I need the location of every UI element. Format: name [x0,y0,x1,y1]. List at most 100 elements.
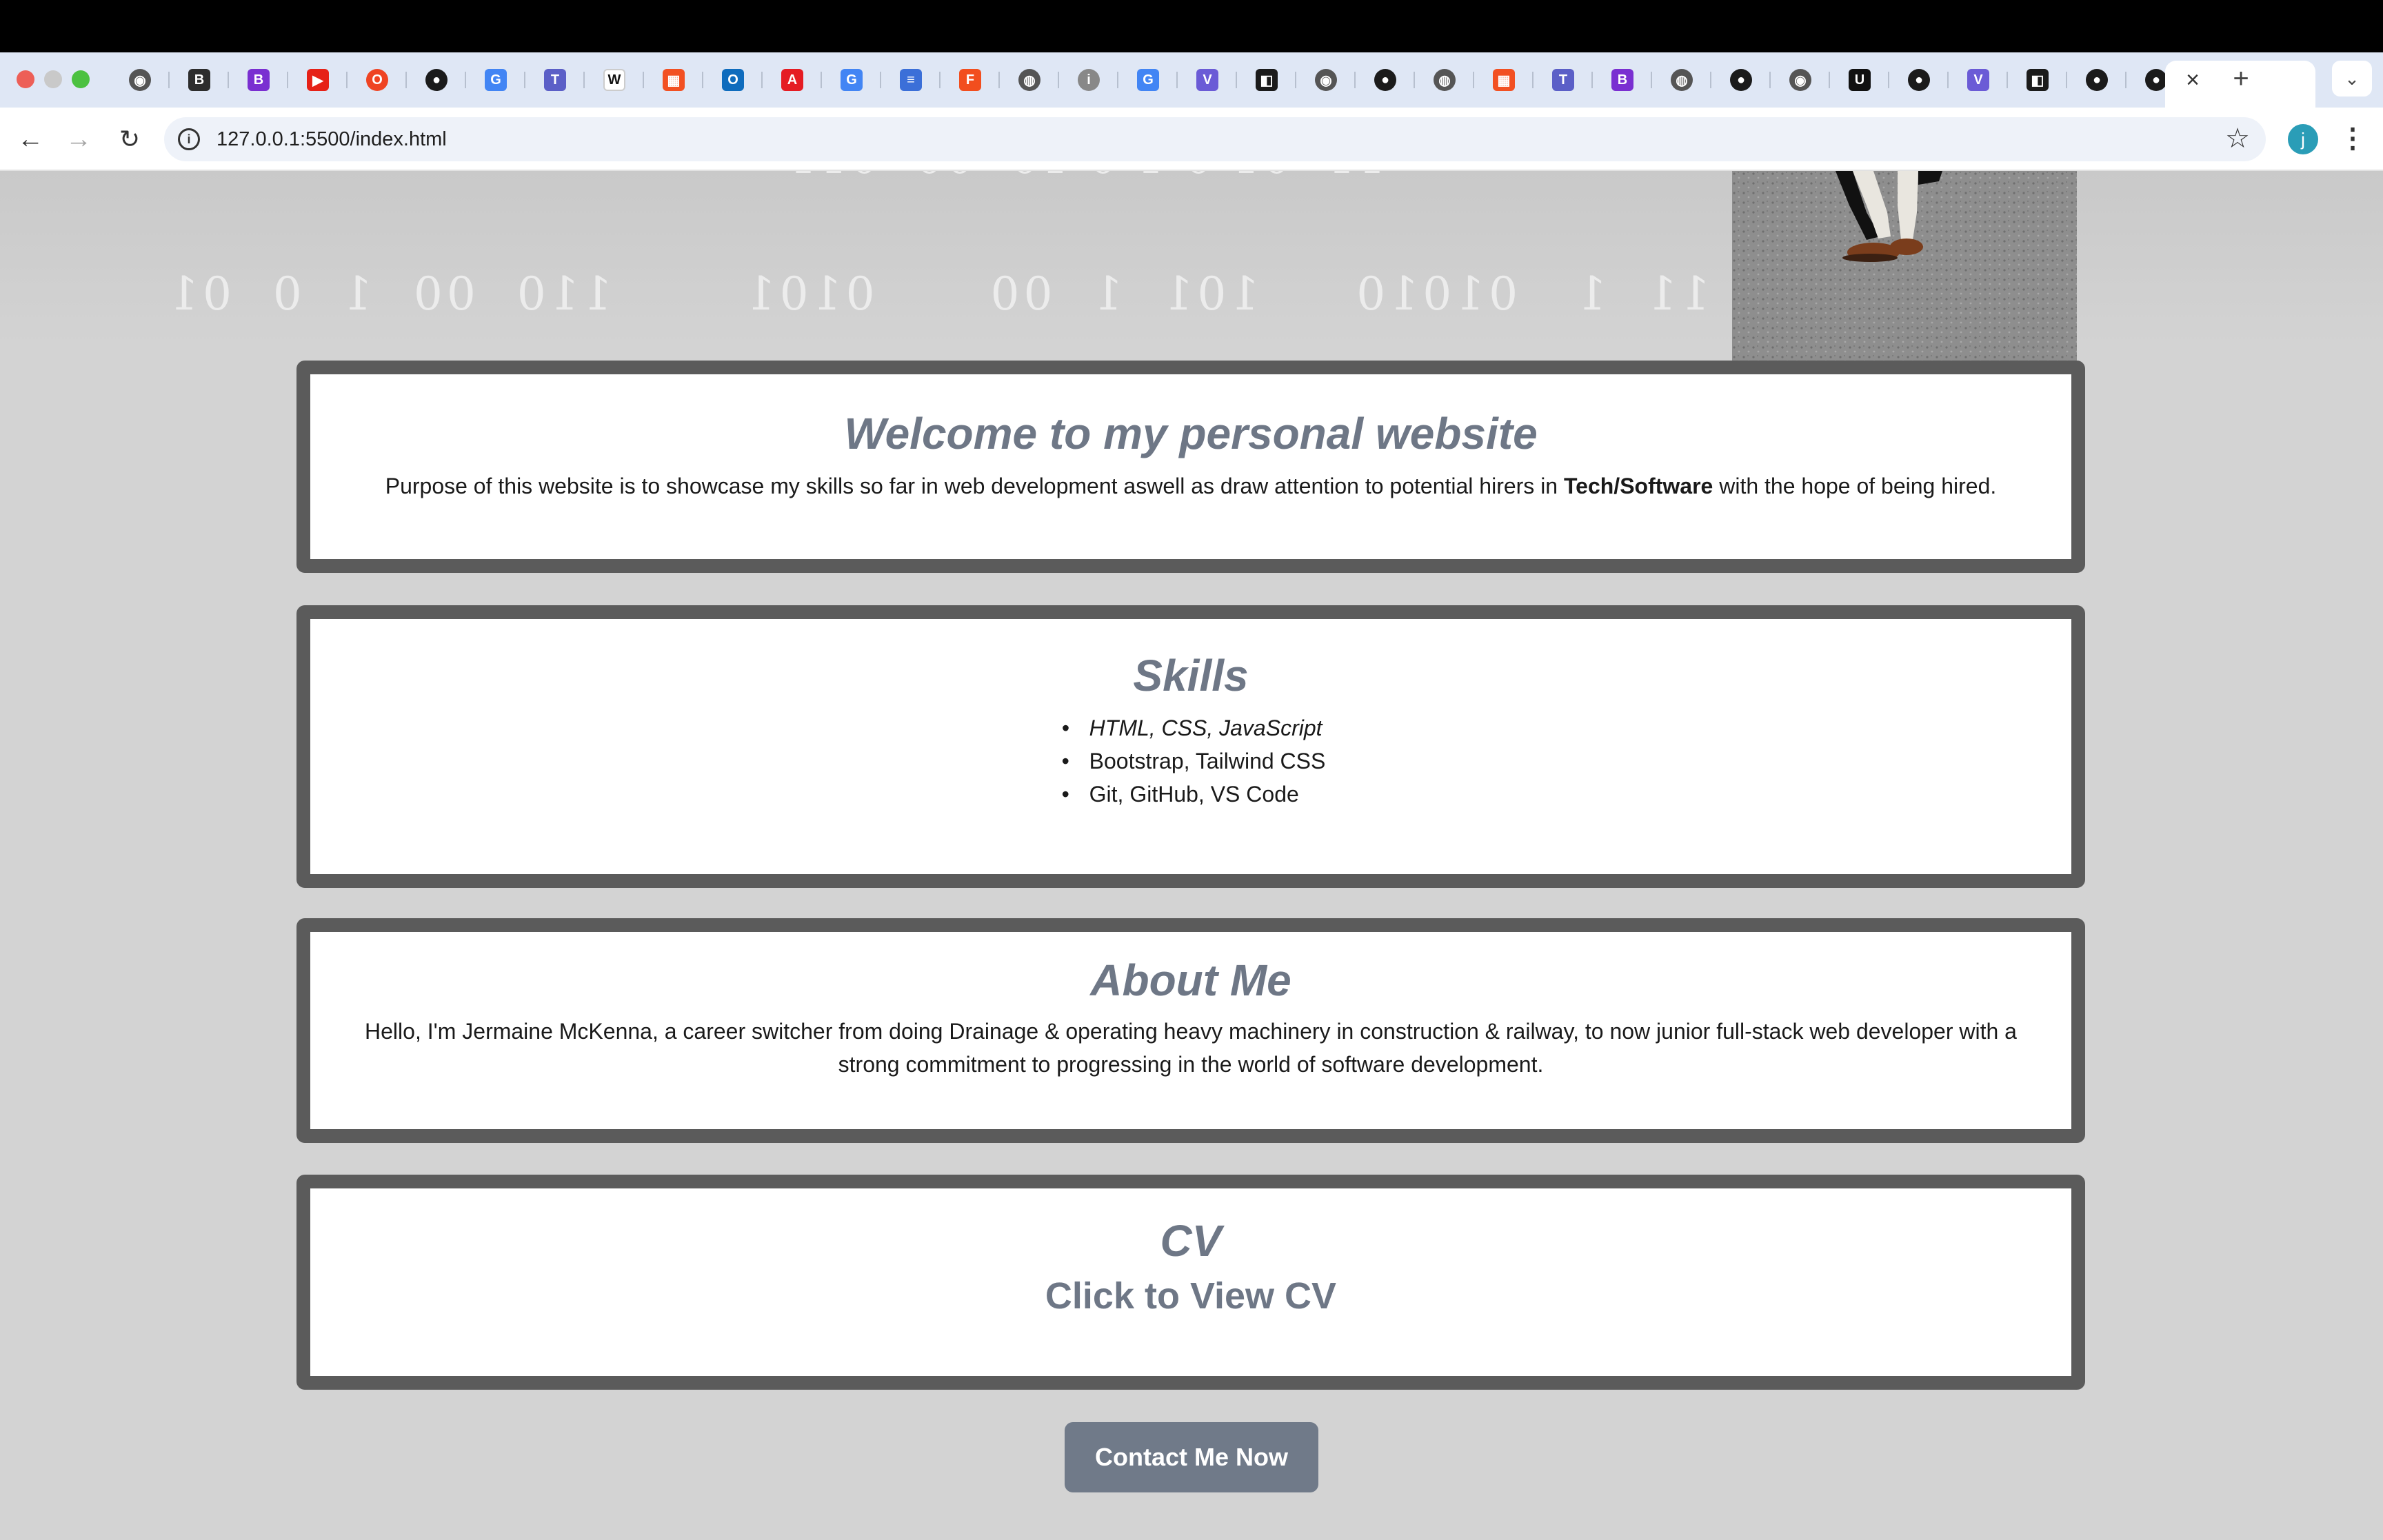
browser-tab[interactable]: ◍ [1415,65,1474,95]
browser-tab[interactable]: ◍ [1000,65,1059,95]
github-icon: ● [1908,69,1930,91]
more-menu-icon[interactable]: ⋮ [2339,121,2366,156]
globe-icon: ◍ [1671,69,1693,91]
browser-tab[interactable]: O [703,65,763,95]
figma-icon: F [959,69,981,91]
microsoft-icon: ▦ [1493,69,1515,91]
cv-section: CV Click to View CV [296,1175,2085,1390]
browser-tab[interactable]: i [1059,65,1118,95]
tab-search-button[interactable]: ⌄ [2332,61,2372,97]
info-icon: i [1078,69,1100,91]
browser-tab[interactable]: G [1118,65,1178,95]
browser-tab[interactable]: ◧ [1237,65,1296,95]
github-icon: ● [2145,69,2167,91]
maximize-window-button[interactable] [72,70,90,88]
browser-tab[interactable]: O [348,65,407,95]
welcome-title: Welcome to my personal website [844,409,1538,458]
browser-tab[interactable]: ● [1711,65,1771,95]
back-arrow-icon[interactable]: ← [14,123,47,156]
unsplash-icon: U [1849,69,1871,91]
globe-icon: ◍ [1434,69,1456,91]
browser-tab[interactable]: ● [1889,65,1949,95]
vite-icon: V [1196,69,1218,91]
browser-tab[interactable]: ● [407,65,466,95]
page-viewport: 11 01 0 1 0 10 00 011 11 1 01010 101 1 0… [0,171,2383,1540]
browser-tab[interactable]: B [1593,65,1652,95]
skills-title: Skills [1133,651,1249,700]
welcome-text-part: with the hope of being hired. [1713,474,1997,498]
browser-tab[interactable]: W [585,65,644,95]
browser-tab[interactable]: ≡ [881,65,941,95]
new-tab-button[interactable]: + [2226,63,2256,94]
binary-decoration: 11 01 0 1 0 10 00 011 [786,171,1385,183]
browser-tab[interactable]: ▦ [1474,65,1534,95]
contact-me-button[interactable]: Contact Me Now [1065,1422,1318,1492]
bootstrap-purple-icon: B [248,69,270,91]
close-window-button[interactable] [17,70,34,88]
teams-icon: T [544,69,566,91]
skills-list: HTML, CSS, JavaScript Bootstrap, Tailwin… [1056,711,1326,811]
skill-item: Bootstrap, Tailwind CSS [1056,744,1326,778]
profile-photo [1732,171,2077,372]
close-tab-icon[interactable]: × [2179,66,2206,94]
google-icon: G [1137,69,1159,91]
teams-icon: T [1552,69,1574,91]
welcome-text-part: Purpose of this website is to showcase m… [385,474,1564,498]
youtube-icon: ▶ [307,69,329,91]
bootstrap-purple-icon: B [1611,69,1633,91]
outlook-icon: O [722,69,744,91]
browser-tab[interactable]: G [822,65,881,95]
welcome-text-highlight: Tech/Software [1563,474,1713,498]
site-info-icon[interactable]: i [178,128,200,150]
acrobat-icon: A [781,69,803,91]
address-bar[interactable] [164,117,2266,161]
globe-icon: ◍ [1018,69,1040,91]
chrome-icon: ◉ [1315,69,1337,91]
browser-tab[interactable]: G [466,65,525,95]
address-url[interactable]: 127.0.0.1:5500/index.html [217,125,447,153]
browser-tab[interactable]: T [1534,65,1593,95]
skill-item: Git, GitHub, VS Code [1056,778,1326,811]
about-title: About Me [1090,955,1291,1005]
about-text: Hello, I'm Jermaine McKenna, a career sw… [365,1019,2017,1077]
browser-tab[interactable]: ● [1356,65,1415,95]
bookmark-star-icon[interactable]: ☆ [2220,121,2255,156]
reload-icon[interactable]: ↻ [113,123,146,156]
browser-tab[interactable]: V [1949,65,2008,95]
github-icon: ● [1374,69,1396,91]
forms-icon: ≡ [900,69,922,91]
google-icon: G [485,69,507,91]
browser-tab[interactable]: B [170,65,229,95]
view-cv-link[interactable]: Click to View CV [310,1268,2071,1324]
browser-tab[interactable]: ◉ [1296,65,1356,95]
google-icon: G [841,69,863,91]
frame-icon: ◧ [1256,69,1278,91]
profile-avatar[interactable]: j [2288,124,2318,154]
microsoft-icon: ▦ [663,69,685,91]
browser-tab[interactable]: ◉ [110,65,170,95]
browser-tab[interactable]: ◍ [1652,65,1711,95]
browser-tab[interactable]: ● [2067,65,2126,95]
browser-tab[interactable]: F [941,65,1000,95]
github-icon: ● [2086,69,2108,91]
browser-tab[interactable]: V [1178,65,1237,95]
forward-arrow-icon[interactable]: → [62,123,95,156]
browser-tab[interactable]: U [1830,65,1889,95]
browser-tab[interactable]: B [229,65,288,95]
browser-tab[interactable]: T [525,65,585,95]
minimize-window-button[interactable] [44,70,62,88]
browser-tab[interactable]: ▦ [644,65,703,95]
frame-icon: ◧ [2027,69,2049,91]
browser-tab[interactable]: ◉ [1771,65,1830,95]
bootstrap-icon: B [188,69,210,91]
welcome-section: Welcome to my personal website Purpose o… [296,361,2085,573]
github-icon: ● [1730,69,1752,91]
browser-tab[interactable]: A [763,65,822,95]
tab-list: ◉ B B ▶ O ● G T W ▦ O A G ≡ F ◍ i G V ◧ ◉ ● ◍ ▦ T B ◍ ● ◉ U ● V ◧ ● ● [110,65,2186,95]
menu-bar-area [0,0,2383,52]
chrome-icon: ◉ [1789,69,1811,91]
opera-icon: O [366,69,388,91]
browser-tab[interactable]: ◧ [2008,65,2067,95]
browser-tab[interactable]: ▶ [288,65,348,95]
skills-section: Skills HTML, CSS, JavaScript Bootstrap, … [296,605,2085,888]
